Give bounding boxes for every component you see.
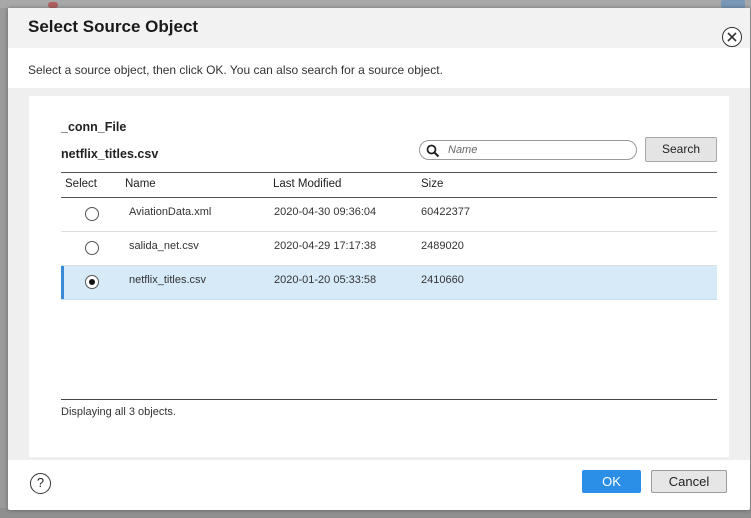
row-size: 2489020 (421, 240, 464, 252)
dialog-title: Select Source Object (28, 17, 199, 36)
ok-button[interactable]: OK (582, 470, 641, 493)
select-radio-checked[interactable] (85, 275, 99, 289)
table-divider (61, 399, 717, 400)
row-size: 60422377 (421, 206, 470, 218)
select-radio[interactable] (85, 207, 99, 221)
search-button[interactable]: Search (645, 137, 717, 162)
table-row-selected[interactable]: netflix_titles.csv 2020-01-20 05:33:58 2… (61, 266, 717, 300)
column-header-size: Size (421, 178, 444, 190)
dialog-header: Select Source Object (8, 8, 750, 48)
close-button[interactable] (722, 27, 742, 47)
row-name: AviationData.xml (129, 206, 212, 218)
table-header: Select Name Last Modified Size (61, 172, 717, 198)
row-last-modified: 2020-04-29 17:17:38 (274, 240, 377, 252)
dialog-instructions: Select a source object, then click OK. Y… (28, 63, 443, 77)
row-last-modified: 2020-01-20 05:33:58 (274, 274, 377, 286)
selection-indicator (61, 266, 64, 299)
column-header-select: Select (65, 178, 97, 190)
row-name: netflix_titles.csv (129, 274, 207, 286)
select-source-object-dialog: Select Source Object Select a source obj… (8, 8, 750, 510)
background-toolbar (0, 0, 751, 8)
table-row[interactable]: salida_net.csv 2020-04-29 17:17:38 24890… (61, 232, 717, 266)
column-header-name: Name (125, 178, 156, 190)
table-row[interactable]: AviationData.xml 2020-04-30 09:36:04 604… (61, 198, 717, 232)
cancel-button[interactable]: Cancel (651, 470, 727, 493)
content-area: _conn_File netflix_titles.csv Search Sel… (8, 88, 750, 460)
display-count: Displaying all 3 objects. (61, 406, 176, 418)
selected-file-name: netflix_titles.csv (61, 147, 159, 161)
search-icon (426, 144, 440, 163)
select-radio[interactable] (85, 241, 99, 255)
background-button (721, 0, 745, 8)
search-box[interactable] (419, 140, 637, 160)
search-input[interactable] (448, 143, 628, 157)
column-header-last-modified: Last Modified (273, 178, 342, 190)
close-icon (727, 32, 737, 42)
row-last-modified: 2020-04-30 09:36:04 (274, 206, 377, 218)
source-object-panel: _conn_File netflix_titles.csv Search Sel… (29, 96, 729, 457)
source-objects-table: Select Name Last Modified Size AviationD… (61, 172, 717, 300)
help-button[interactable]: ? (30, 473, 51, 494)
connection-name: _conn_File (61, 120, 127, 134)
row-name: salida_net.csv (129, 240, 199, 252)
radio-dot (89, 279, 95, 285)
row-size: 2410660 (421, 274, 464, 286)
